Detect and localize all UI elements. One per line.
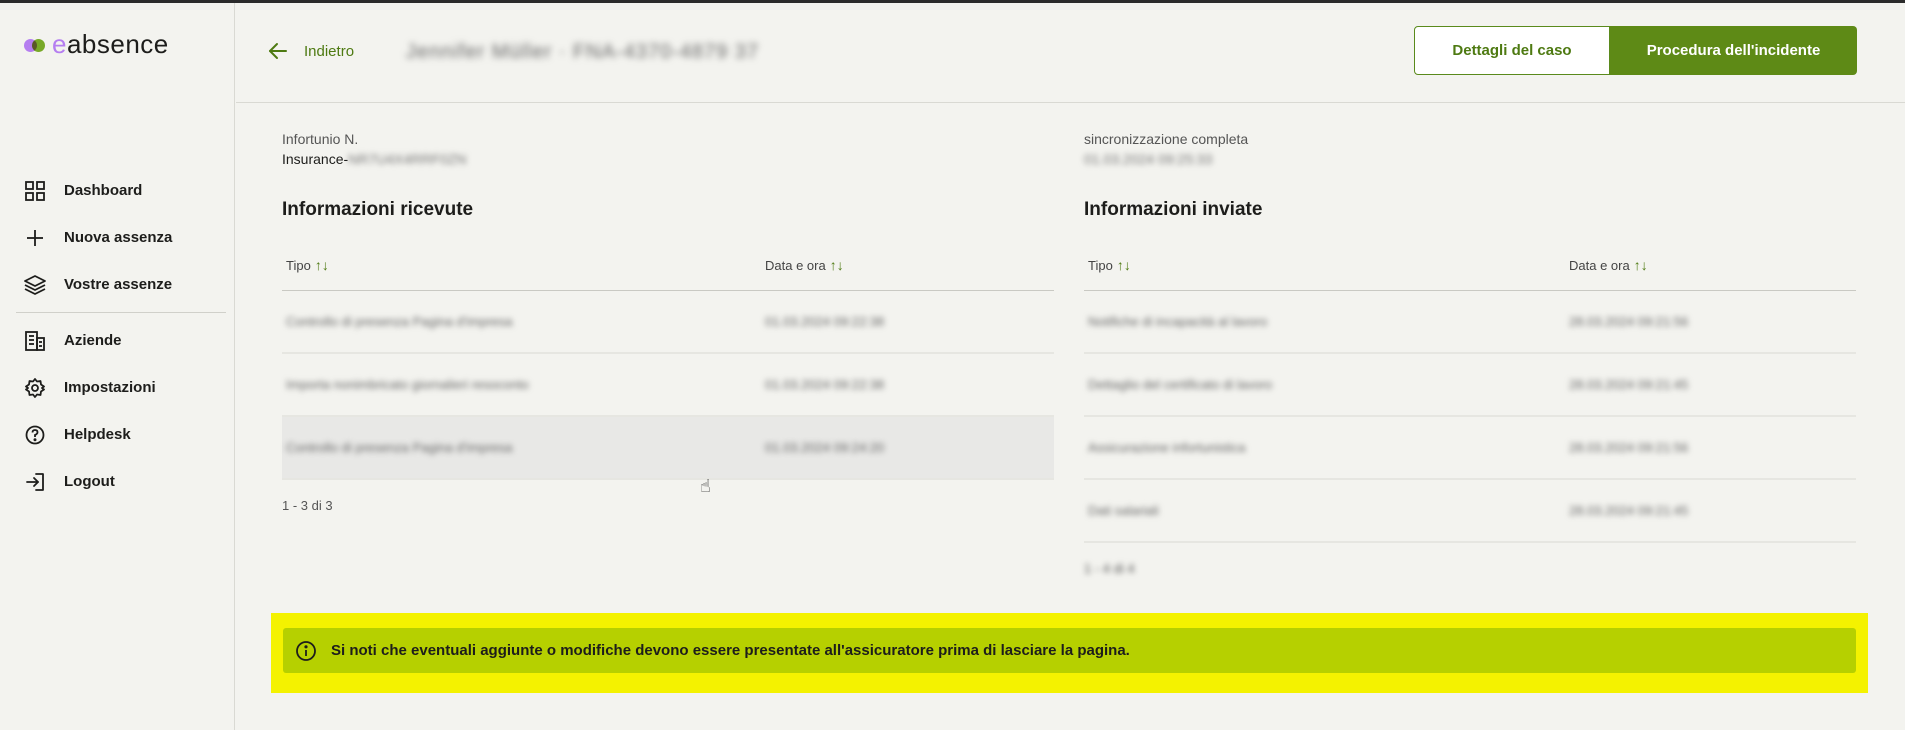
row-type: Dettaglio del certificato di lavoro	[1088, 377, 1273, 392]
sidebar-item-label: Logout	[64, 473, 115, 490]
hand-cursor-icon: ☝	[700, 476, 711, 496]
received-info-title: Informazioni ricevute	[282, 199, 474, 220]
row-date: 01.03.2024 09:24:20	[765, 440, 885, 455]
row-type: Notifiche di incapacità al lavoro	[1088, 314, 1268, 329]
arrow-left-icon	[268, 41, 288, 61]
column-date: Data e ora ↑↓	[1569, 257, 1648, 273]
row-date: 28.03.2024 09:21:45	[1569, 377, 1689, 392]
back-label: Indietro	[304, 42, 355, 60]
notice-text: Si noti che eventuali aggiunte o modific…	[331, 642, 1130, 659]
sidebar-item-label: Impostazioni	[64, 379, 156, 396]
sidebar-item-label: Vostre assenze	[64, 276, 173, 293]
building-icon	[24, 330, 46, 352]
sidebar-item-vostre-assenze[interactable]: Vostre assenze	[0, 261, 234, 308]
column-type-label: Tipo	[286, 257, 311, 273]
table-row[interactable]: Notifiche di incapacità al lavoro 28.03.…	[1084, 291, 1856, 354]
notice-banner: Si noti che eventuali aggiunte o modific…	[283, 628, 1856, 673]
table-row[interactable]: Controllo di presenza Pagina d'impresa 0…	[282, 291, 1054, 354]
accident-number-label: Infortunio N.	[282, 131, 359, 147]
table-row[interactable]: Importa nonimbricato giornalieri resocon…	[282, 354, 1054, 417]
table-header: Tipo ↑↓ Data e ora ↑↓	[1084, 239, 1856, 291]
column-type: Tipo ↑↓	[1084, 257, 1569, 273]
row-date: 01.03.2024 09:22:38	[765, 377, 885, 392]
accident-number-value: Insurance-NR7U4X4RRF0ZN	[282, 151, 1054, 167]
incident-procedure-button[interactable]: Procedura dell'incidente	[1610, 26, 1857, 75]
row-type: Controllo di presenza Pagina d'impresa	[286, 440, 513, 455]
row-type: Importa nonimbricato giornalieri resocon…	[286, 377, 529, 392]
sidebar-divider	[16, 312, 226, 313]
table-row[interactable]: Controllo di presenza Pagina d'impresa 0…	[282, 417, 1054, 480]
row-date: 28.03.2024 09:21:45	[1569, 503, 1689, 518]
sync-value: 01.03.2024 09:25:33	[1084, 151, 1213, 167]
sidebar-item-nuova-assenza[interactable]: Nuova assenza	[0, 214, 234, 261]
help-icon	[24, 424, 46, 446]
grid-icon	[24, 180, 46, 202]
row-date: 28.03.2024 09:21:56	[1569, 440, 1689, 455]
sidebar-item-dashboard[interactable]: Dashboard	[0, 167, 234, 214]
sidebar: eabsence Dashboard Nuova assenza Vostre …	[0, 3, 235, 730]
back-link[interactable]: Indietro	[268, 41, 354, 61]
table-row[interactable]: Dettaglio del certificato di lavoro 28.0…	[1084, 354, 1856, 417]
logo-mark-icon	[24, 37, 46, 53]
logo[interactable]: eabsence	[24, 29, 169, 60]
accident-number-redacted: NR7U4X4RRF0ZN	[348, 151, 467, 167]
sync-label: sincronizzazione completa	[1084, 131, 1249, 147]
pagination-summary: 1 - 4 di 4	[1084, 561, 1135, 576]
view-toggle: Dettagli del caso Procedura dell'inciden…	[1414, 26, 1857, 75]
received-info-panel: Infortunio N. Insurance-NR7U4X4RRF0ZN In…	[282, 131, 1054, 513]
pagination-summary: 1 - 3 di 3	[282, 498, 333, 513]
notice-highlight: Si noti che eventuali aggiunte o modific…	[271, 613, 1868, 693]
column-date-label: Data e ora	[1569, 257, 1630, 273]
sidebar-item-label: Aziende	[64, 332, 122, 349]
table-row[interactable]: Dati salariali 28.03.2024 09:21:45	[1084, 480, 1856, 543]
row-date: 01.03.2024 09:22:38	[765, 314, 885, 329]
gear-icon	[24, 377, 46, 399]
sent-info-title: Informazioni inviate	[1084, 199, 1263, 220]
column-date: Data e ora ↑↓	[765, 257, 844, 273]
sent-info-panel: sincronizzazione completa 01.03.2024 09:…	[1084, 131, 1856, 576]
table-row[interactable]: Assicurazione infortunistica 28.03.2024 …	[1084, 417, 1856, 480]
row-type: Dati salariali	[1088, 503, 1159, 518]
sort-icon[interactable]: ↑↓	[830, 257, 844, 273]
column-date-label: Data e ora	[765, 257, 826, 273]
sort-icon[interactable]: ↑↓	[1634, 257, 1648, 273]
sort-icon[interactable]: ↑↓	[315, 257, 329, 273]
accident-number-prefix: Insurance-	[282, 151, 349, 167]
sidebar-item-helpdesk[interactable]: Helpdesk	[0, 411, 234, 458]
case-details-button[interactable]: Dettagli del caso	[1414, 26, 1610, 75]
case-title: Jennifer Müller · FNA-4370-4879 37	[406, 41, 760, 63]
layers-icon	[24, 274, 46, 296]
column-type: Tipo ↑↓	[282, 257, 765, 273]
info-icon	[295, 640, 317, 662]
sidebar-item-impostazioni[interactable]: Impostazioni	[0, 364, 234, 411]
sort-icon[interactable]: ↑↓	[1117, 257, 1131, 273]
sidebar-item-logout[interactable]: Logout	[0, 458, 234, 505]
column-type-label: Tipo	[1088, 257, 1113, 273]
row-date: 28.03.2024 09:21:56	[1569, 314, 1689, 329]
sidebar-item-label: Nuova assenza	[64, 229, 173, 246]
sidebar-item-label: Helpdesk	[64, 426, 131, 443]
page-header: Indietro Jennifer Müller · FNA-4370-4879…	[236, 3, 1905, 103]
plus-icon	[24, 227, 46, 249]
row-type: Controllo di presenza Pagina d'impresa	[286, 314, 513, 329]
logout-icon	[24, 471, 46, 493]
row-type: Assicurazione infortunistica	[1088, 440, 1246, 455]
sidebar-item-aziende[interactable]: Aziende	[0, 317, 234, 364]
sidebar-nav: Dashboard Nuova assenza Vostre assenze A…	[0, 167, 234, 505]
sidebar-item-label: Dashboard	[64, 182, 143, 199]
table-header: Tipo ↑↓ Data e ora ↑↓	[282, 239, 1054, 291]
logo-text: eabsence	[52, 29, 169, 59]
